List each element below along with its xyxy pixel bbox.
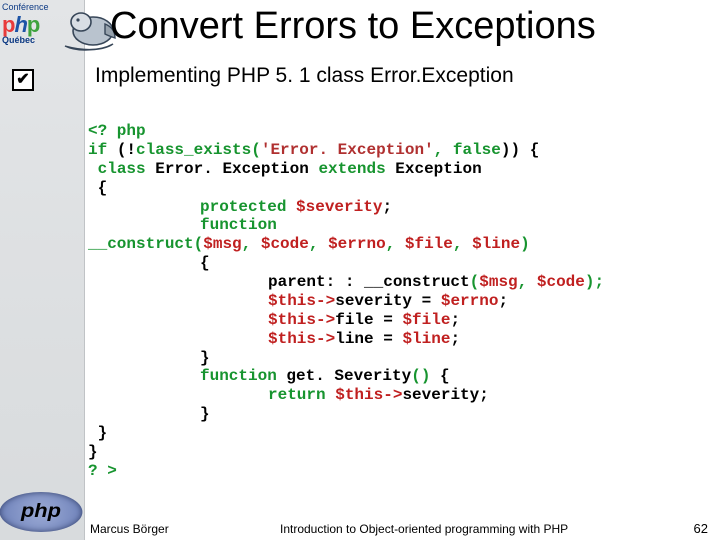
slide-title: Convert Errors to Exceptions	[110, 5, 596, 48]
code-block: <? php if (!class_exists('Error. Excepti…	[88, 122, 713, 481]
footer-title: Introduction to Object-oriented programm…	[280, 522, 568, 536]
check-icon: ✔	[12, 69, 34, 91]
footer-page-number: 62	[694, 521, 708, 536]
conference-logo: Conférence php Québec	[2, 2, 122, 57]
logo-region: Québec	[2, 35, 35, 45]
code-open-tag: <? php	[88, 122, 146, 140]
logo-top-word: Conférence	[2, 2, 49, 12]
footer-author: Marcus Börger	[90, 522, 169, 536]
slide-subtitle: Implementing PHP 5. 1 class Error.Except…	[95, 64, 514, 88]
php-logo-icon: php	[0, 492, 82, 532]
